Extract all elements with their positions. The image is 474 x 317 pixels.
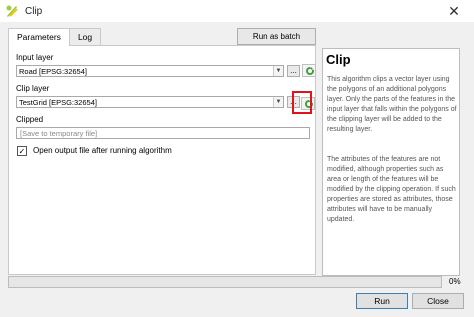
input-layer-value: Road [EPSG:32654] <box>19 67 87 76</box>
help-description: This algorithm clips a vector layer usin… <box>327 76 457 133</box>
input-iterate-button[interactable] <box>302 64 316 77</box>
progress-percent: 0% <box>449 277 461 286</box>
progress-bar <box>8 276 442 288</box>
clip-layer-select[interactable]: TestGrid [EPSG:32654] ▼ <box>16 96 284 108</box>
chevron-down-icon[interactable]: ▼ <box>273 66 283 76</box>
iterate-over-features-icon <box>306 66 314 75</box>
clip-layer-value: TestGrid [EPSG:32654] <box>19 98 97 107</box>
tab-bar: Parameters Log <box>8 28 102 46</box>
help-attributes-note: The attributes of the features are not m… <box>327 156 456 223</box>
open-output-label: Open output file after running algorithm <box>33 146 172 155</box>
help-panel: Clip This algorithm clips a vector layer… <box>322 48 460 276</box>
run-as-batch-button[interactable]: Run as batch process... <box>237 28 316 56</box>
clip-dialog: Parameters Log Run as batch process... I… <box>0 22 474 317</box>
clipped-output-placeholder: [Save to temporary file] <box>20 129 98 138</box>
tab-log[interactable]: Log <box>68 28 102 45</box>
close-button[interactable]: Close <box>412 293 464 309</box>
input-layer-browse-button[interactable]: ... <box>287 65 300 77</box>
input-layer-select[interactable]: Road [EPSG:32654] ▼ <box>16 65 284 77</box>
tab-parameters[interactable]: Parameters <box>8 28 70 46</box>
qgis-icon <box>5 4 19 18</box>
clip-layer-label: Clip layer <box>16 84 50 93</box>
run-button[interactable]: Run <box>356 293 408 309</box>
chevron-down-icon[interactable]: ▼ <box>273 97 283 107</box>
highlight-box <box>292 91 312 114</box>
parameters-panel: Input layer Road [EPSG:32654] ▼ ... Clip… <box>8 45 316 275</box>
clipped-output-field[interactable]: [Save to temporary file] <box>16 127 310 139</box>
input-layer-label: Input layer <box>16 53 54 62</box>
open-output-checkbox[interactable]: ✓ <box>17 146 27 156</box>
close-window-icon[interactable]: ✕ <box>446 3 462 19</box>
clipped-label: Clipped <box>16 115 44 124</box>
window-title: Clip <box>25 5 43 17</box>
title-bar: Clip ✕ <box>0 0 474 22</box>
help-title: Clip <box>326 52 351 67</box>
